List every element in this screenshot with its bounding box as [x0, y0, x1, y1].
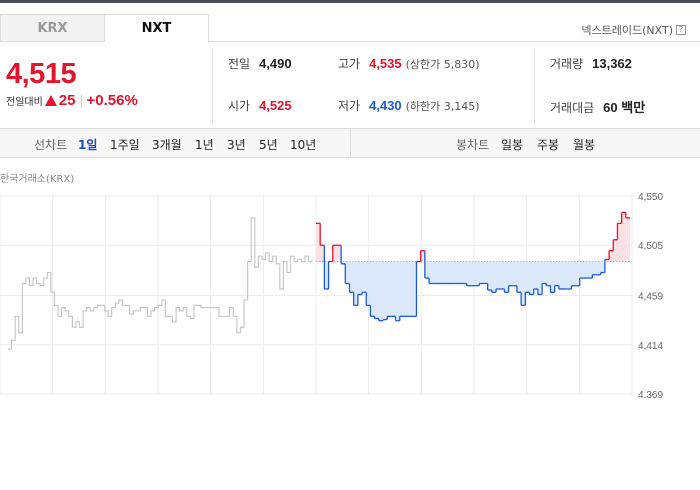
current-price-block: 4,515 전일대비 25 +0.56%	[6, 58, 138, 109]
stat-prev-close: 전일 4,490	[228, 55, 292, 72]
candle-daily-button[interactable]: 일봉	[501, 136, 523, 153]
below-baseline-fill	[316, 261, 630, 321]
stat-amount: 거래대금 60 백만	[550, 97, 645, 116]
stat-label: 거래대금	[550, 101, 595, 115]
period-1y-button[interactable]: 1년	[195, 136, 214, 153]
stat-label: 전일	[228, 57, 251, 71]
y-tick-label: 4,459	[638, 292, 663, 303]
period-3m-button[interactable]: 3개월	[152, 136, 182, 153]
period-10y-button[interactable]: 10년	[290, 136, 316, 153]
chart-market-label: 한국거래소(KRX)	[0, 174, 75, 185]
price-change: 전일대비 25 +0.56%	[6, 92, 138, 109]
stat-value: 4,535	[369, 56, 402, 71]
top-border	[0, 0, 700, 3]
divider	[534, 48, 535, 124]
line-chart-label: 선차트	[34, 138, 68, 152]
chart-period-bar: 선차트 1일 1주일 3개월 1년 3년 5년 10년 봉차트 일봉 주봉 월봉	[0, 128, 700, 158]
candle-weekly-button[interactable]: 주봉	[537, 136, 559, 153]
nxt-market-name: 넥스트레이드(NXT)	[581, 24, 673, 37]
stat-open: 시가 4,525	[228, 97, 292, 114]
y-tick-label: 4,550	[638, 192, 663, 203]
stat-value: 4,525	[259, 98, 292, 113]
period-3y-button[interactable]: 3년	[227, 136, 246, 153]
period-1w-button[interactable]: 1주일	[110, 136, 140, 153]
tab-nxt[interactable]: NXT	[104, 14, 209, 42]
y-tick-label: 4,414	[638, 341, 663, 352]
period-5y-button[interactable]: 5년	[259, 136, 278, 153]
divider	[212, 48, 213, 124]
help-icon[interactable]: ?	[676, 25, 686, 35]
divider	[80, 94, 82, 107]
y-tick-label: 4,505	[638, 241, 663, 252]
stat-volume: 거래량 13,362	[550, 55, 632, 72]
tab-underline	[208, 41, 700, 42]
change-label: 전일대비	[6, 97, 43, 108]
period-1d-button[interactable]: 1일	[78, 136, 97, 153]
change-value: 25	[58, 92, 76, 109]
current-price: 4,515	[6, 58, 77, 90]
stat-high: 고가 4,535 (상한가 5,830)	[338, 55, 480, 72]
stat-low: 저가 4,430 (하한가 3,145)	[338, 97, 480, 114]
candle-monthly-button[interactable]: 월봉	[573, 136, 595, 153]
change-percent: +0.56%	[86, 92, 138, 109]
stat-value: 4,490	[259, 56, 292, 71]
tab-krx[interactable]: KRX	[0, 14, 105, 42]
stat-value: 13,362	[592, 56, 632, 71]
krx-series-line	[8, 217, 313, 350]
stat-value: 60 백만	[603, 100, 646, 115]
stat-label: 저가	[338, 99, 361, 113]
stat-upper-limit: (상한가 5,830)	[405, 58, 480, 71]
intraday-price-chart: 4,550 4,505 4,459 4,414 4,369	[0, 192, 663, 398]
above-baseline-fill	[316, 212, 630, 262]
stat-label: 고가	[338, 57, 361, 71]
stat-label: 거래량	[550, 57, 584, 71]
nxt-market-label: 넥스트레이드(NXT) ?	[581, 22, 686, 38]
up-triangle-icon	[44, 95, 57, 106]
stat-label: 시가	[228, 99, 251, 113]
stat-value: 4,430	[369, 98, 402, 113]
stat-lower-limit: (하한가 3,145)	[405, 100, 480, 113]
divider	[350, 129, 351, 157]
y-tick-label: 4,369	[638, 390, 663, 398]
candle-chart-label: 봉차트	[456, 138, 490, 152]
